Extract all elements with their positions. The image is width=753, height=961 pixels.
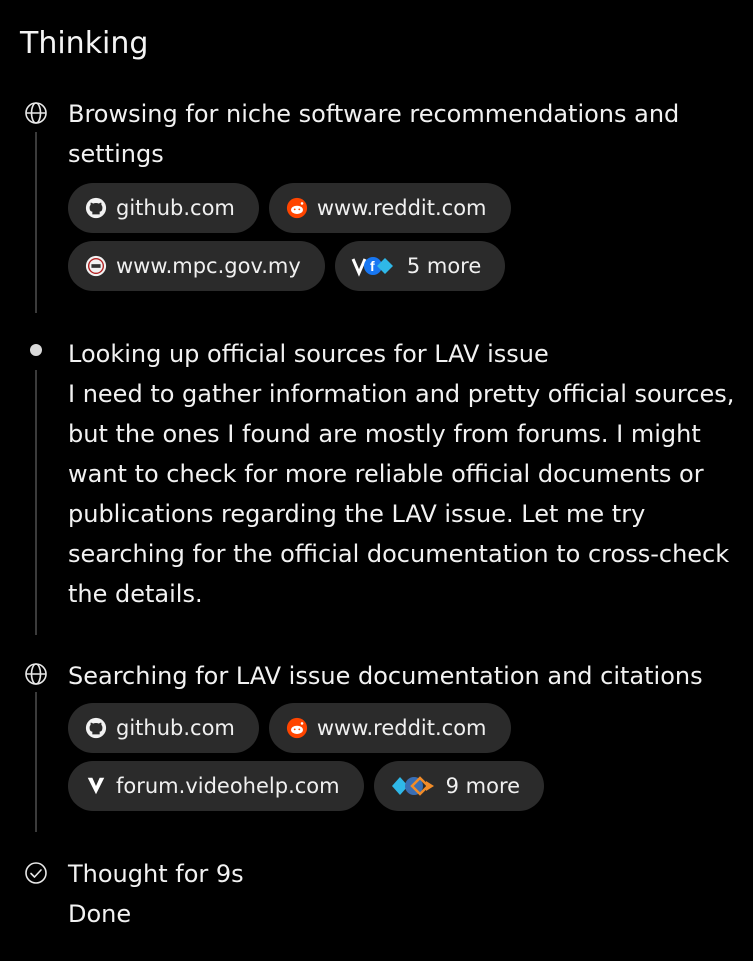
source-chip-more[interactable]: f 5 more (334, 241, 506, 291)
mpc-icon (84, 254, 108, 278)
chip-label: github.com (116, 716, 235, 740)
svg-text:f: f (370, 258, 375, 274)
thinking-header: Thinking (20, 26, 149, 61)
dot-icon (23, 337, 49, 363)
step-title: Looking up official sources for LAV issu… (68, 340, 549, 368)
github-icon (84, 716, 108, 740)
globe-icon (23, 661, 49, 687)
reddit-icon (285, 196, 309, 220)
chip-label: www.reddit.com (316, 196, 487, 220)
step-title: Thought for 9s (68, 860, 244, 888)
check-circle-icon (23, 860, 49, 886)
more-sources-icon: f (351, 254, 399, 278)
timeline-line (35, 370, 37, 635)
source-chip-videohelp[interactable]: forum.videohelp.com (68, 761, 364, 811)
timeline-line (35, 132, 37, 313)
chip-label: 5 more (406, 254, 482, 278)
source-chip-github[interactable]: github.com (68, 703, 259, 753)
step-body: I need to gather information and pretty … (68, 380, 735, 608)
chip-label: www.reddit.com (316, 716, 487, 740)
more-sources-icon (390, 774, 438, 798)
github-icon (84, 196, 108, 220)
videohelp-icon (84, 774, 108, 798)
globe-icon (23, 100, 49, 126)
source-chip-mpc[interactable]: www.mpc.gov.my (68, 241, 325, 291)
step-title: Browsing for niche software recommendati… (68, 100, 680, 168)
step-body: Done (68, 900, 132, 928)
timeline-line (35, 692, 37, 832)
chip-label: github.com (116, 196, 235, 220)
source-chip-more[interactable]: 9 more (373, 761, 545, 811)
source-chip-reddit[interactable]: www.reddit.com (268, 703, 511, 753)
chip-label: www.mpc.gov.my (116, 254, 301, 278)
source-chip-github[interactable]: github.com (68, 183, 259, 233)
chip-label: 9 more (445, 774, 521, 798)
source-chips: github.com www.reddit.com (68, 703, 740, 819)
chip-label: forum.videohelp.com (116, 774, 340, 798)
source-chip-reddit[interactable]: www.reddit.com (268, 183, 511, 233)
source-chips: github.com www.reddit.com (68, 183, 740, 299)
reddit-icon (285, 716, 309, 740)
step-title: Searching for LAV issue documentation an… (68, 662, 703, 690)
